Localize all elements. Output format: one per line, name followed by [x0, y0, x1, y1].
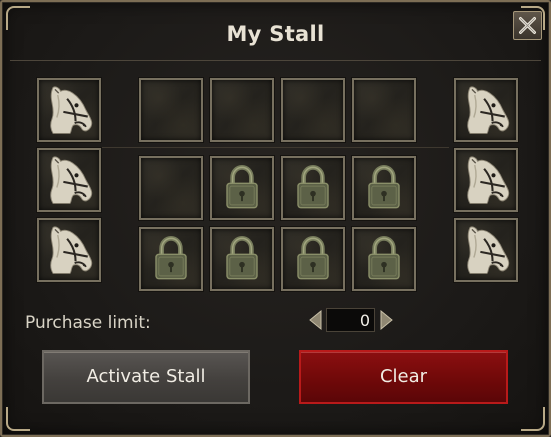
right-mount-slot[interactable] [454, 78, 518, 142]
increment-button[interactable] [379, 308, 395, 332]
stall-slot[interactable] [281, 78, 345, 142]
window-title: My Stall [226, 22, 325, 46]
right-mount-slot[interactable] [454, 148, 518, 212]
close-button[interactable] [513, 11, 542, 40]
horse-icon [456, 150, 516, 210]
stall-slot[interactable] [352, 78, 416, 142]
row-divider [102, 147, 449, 148]
purchase-limit-input[interactable] [326, 308, 375, 332]
right-mount-slot[interactable] [454, 218, 518, 282]
corner-ornament [521, 407, 545, 431]
clear-button[interactable]: Clear [299, 350, 508, 404]
corner-ornament [6, 407, 30, 431]
close-x-icon [519, 17, 536, 34]
locked-stall-slot[interactable] [210, 227, 274, 291]
lock-icon [283, 158, 343, 218]
locked-stall-slot[interactable] [352, 227, 416, 291]
horse-icon [39, 150, 99, 210]
lock-icon [354, 158, 414, 218]
arrow-left-icon [309, 309, 322, 331]
lock-icon [212, 158, 272, 218]
stall-window: My Stall Purchase limit: 0 Activate Stal… [0, 0, 551, 437]
locked-stall-slot[interactable] [139, 227, 203, 291]
lock-icon [354, 229, 414, 289]
stall-slot[interactable] [139, 156, 203, 220]
horse-icon [456, 80, 516, 140]
horse-icon [39, 80, 99, 140]
locked-stall-slot[interactable] [281, 156, 345, 220]
decrement-button[interactable] [307, 308, 323, 332]
left-mount-slot[interactable] [37, 148, 101, 212]
locked-stall-slot[interactable] [210, 156, 274, 220]
left-mount-slot[interactable] [37, 78, 101, 142]
stall-slot[interactable] [210, 78, 274, 142]
locked-stall-slot[interactable] [352, 156, 416, 220]
activate-stall-button[interactable]: Activate Stall [42, 350, 250, 404]
horse-icon [39, 220, 99, 280]
left-mount-slot[interactable] [37, 218, 101, 282]
lock-icon [212, 229, 272, 289]
stall-slot[interactable] [139, 78, 203, 142]
locked-stall-slot[interactable] [281, 227, 345, 291]
lock-icon [283, 229, 343, 289]
horse-icon [456, 220, 516, 280]
purchase-limit-label: Purchase limit: [25, 313, 151, 333]
lock-icon [141, 229, 201, 289]
arrow-right-icon [380, 309, 393, 331]
title-divider [10, 60, 541, 61]
